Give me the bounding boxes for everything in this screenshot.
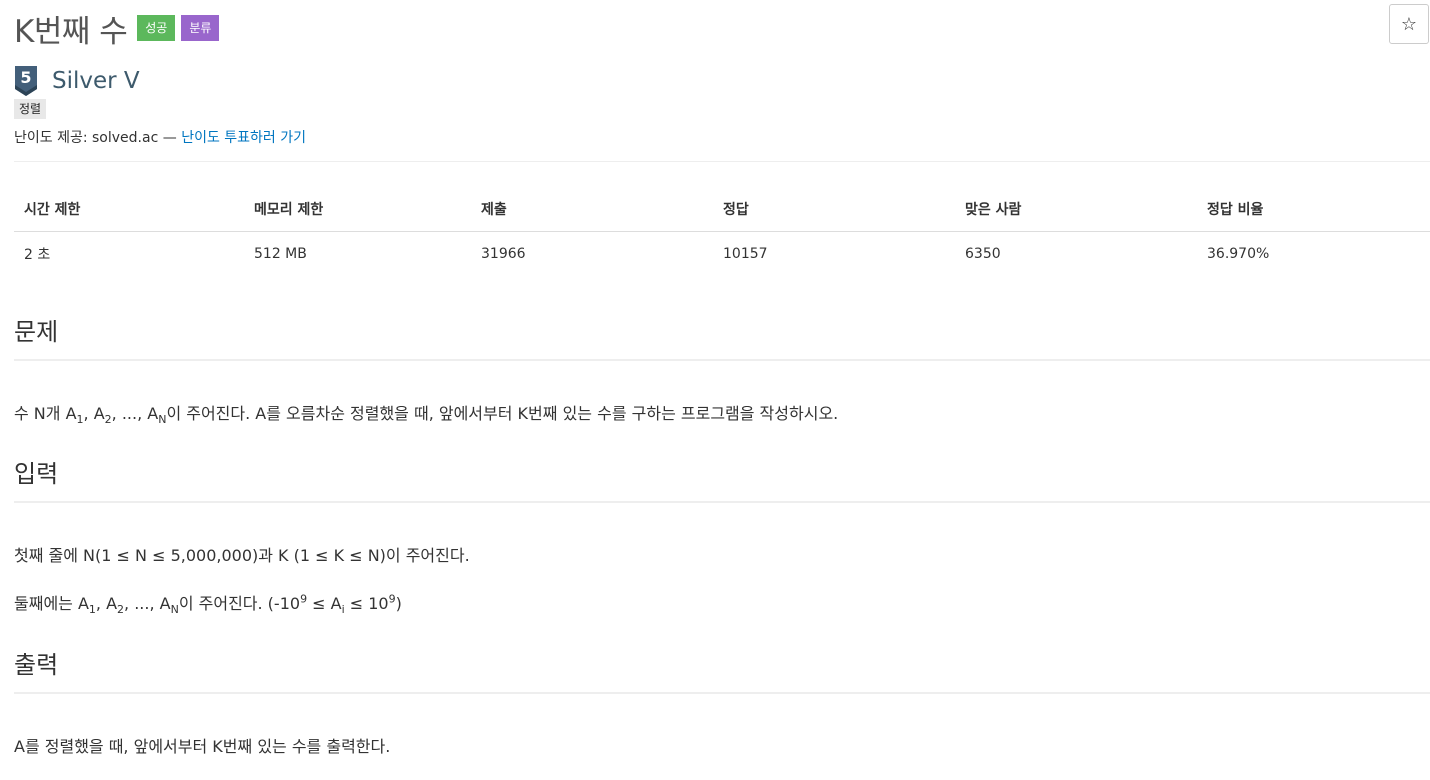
tier-level: 5: [20, 68, 31, 87]
divider: [14, 161, 1430, 162]
input-line-2: 둘째에는 A1, A2, ..., AN이 주어진다. (-109 ≤ Ai ≤…: [14, 592, 402, 617]
problem-section-title: 문제: [14, 318, 59, 346]
vote-difficulty-link[interactable]: 난이도 투표하러 가기: [181, 130, 306, 146]
memory-limit-value: 512 MB: [254, 245, 307, 262]
header-submissions: 제출: [471, 187, 713, 232]
problem-section: 문제: [14, 312, 1430, 361]
output-section-title: 출력: [14, 651, 59, 679]
problem-title: K번째 수: [14, 13, 128, 50]
problem-info-table: 시간 제한 메모리 제한 제출 정답 맞은 사람 정답 비율 2 초 512 M…: [14, 187, 1430, 275]
submissions-value[interactable]: 31966: [471, 232, 713, 276]
provider-text: 난이도 제공: solved.ac —: [14, 130, 182, 146]
header-time-limit: 시간 제한: [14, 187, 244, 232]
header-solved-users: 맞은 사람: [955, 187, 1197, 232]
header-memory-limit: 메모리 제한: [244, 187, 471, 232]
silver-tier-icon: 5: [15, 66, 37, 96]
input-line-1: 첫째 줄에 N(1 ≤ N ≤ 5,000,000)과 K (1 ≤ K ≤ N…: [14, 546, 470, 565]
algorithm-tag[interactable]: 정렬: [14, 99, 47, 119]
problem-header: K번째 수 성공 분류: [14, 4, 220, 52]
section-divider: [14, 501, 1430, 503]
output-section: 출력: [14, 645, 1430, 694]
category-badge[interactable]: 분류: [181, 15, 220, 41]
tier-row: 5 Silver V: [14, 64, 140, 98]
difficulty-provider: 난이도 제공: solved.ac — 난이도 투표하러 가기: [14, 127, 306, 147]
accept-ratio-value: 36.970%: [1207, 245, 1270, 262]
section-divider: [14, 359, 1430, 361]
table-row: 2 초 512 MB 31966 10157 6350 36.970%: [14, 232, 1430, 276]
input-section-title: 입력: [14, 460, 59, 488]
solved-users-value[interactable]: 6350: [955, 232, 1197, 276]
success-badge[interactable]: 성공: [137, 15, 176, 41]
input-section: 입력: [14, 454, 1430, 503]
accepted-value: 10157: [723, 245, 768, 262]
problem-description: 수 N개 A1, A2, ..., AN이 주어진다. A를 오름차순 정렬했을…: [14, 404, 839, 427]
star-icon: ☆: [1400, 13, 1418, 35]
table-header-row: 시간 제한 메모리 제한 제출 정답 맞은 사람 정답 비율: [14, 187, 1430, 232]
favorite-star-button[interactable]: ☆: [1389, 4, 1429, 44]
tier-name[interactable]: Silver V: [52, 68, 140, 94]
time-limit-value: 2 초: [24, 246, 51, 263]
header-accept-ratio: 정답 비율: [1197, 187, 1430, 232]
output-description: A를 정렬했을 때, 앞에서부터 K번째 있는 수를 출력한다.: [14, 737, 391, 756]
header-accepted: 정답: [713, 187, 955, 232]
section-divider: [14, 692, 1430, 694]
